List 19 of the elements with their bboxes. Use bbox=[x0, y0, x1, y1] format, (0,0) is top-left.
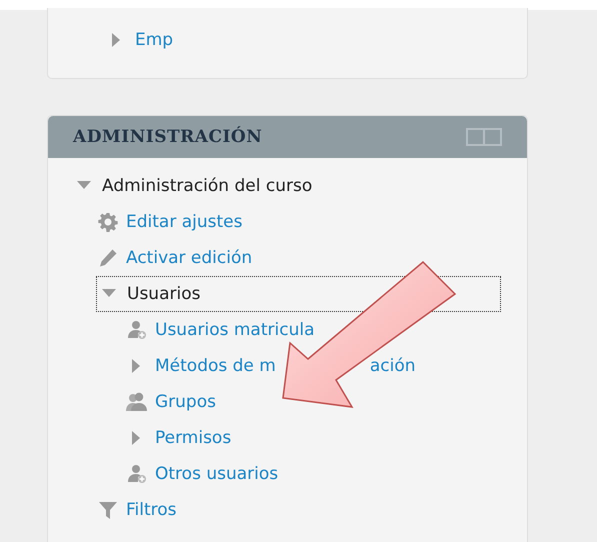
menu-link[interactable]: Emp bbox=[135, 30, 174, 50]
user-plus-icon bbox=[125, 320, 149, 340]
menu-link[interactable]: Filtros bbox=[126, 500, 177, 520]
menu-link[interactable]: Grupos bbox=[155, 392, 216, 412]
menu-link[interactable]: Otros usuarios bbox=[155, 464, 278, 484]
menu-link[interactable]: Activar edición bbox=[126, 248, 252, 268]
menu-label[interactable]: Usuarios bbox=[127, 284, 200, 304]
gear-icon bbox=[96, 212, 120, 232]
dock-icon[interactable] bbox=[466, 127, 502, 147]
menu-label[interactable]: Administración del curso bbox=[102, 176, 312, 196]
menu-link[interactable]: Métodos de m bbox=[155, 356, 276, 376]
filter-icon bbox=[96, 500, 120, 520]
menu-link[interactable]: ación bbox=[370, 356, 416, 376]
menu-link[interactable]: Usuarios matricula bbox=[155, 320, 314, 340]
user-plus-icon bbox=[125, 464, 149, 484]
users-icon bbox=[125, 392, 149, 412]
block-title: ADMINISTRACIÓN bbox=[73, 127, 262, 147]
menu-link[interactable]: Editar ajustes bbox=[126, 212, 242, 232]
menu-link[interactable]: Permisos bbox=[155, 428, 232, 448]
